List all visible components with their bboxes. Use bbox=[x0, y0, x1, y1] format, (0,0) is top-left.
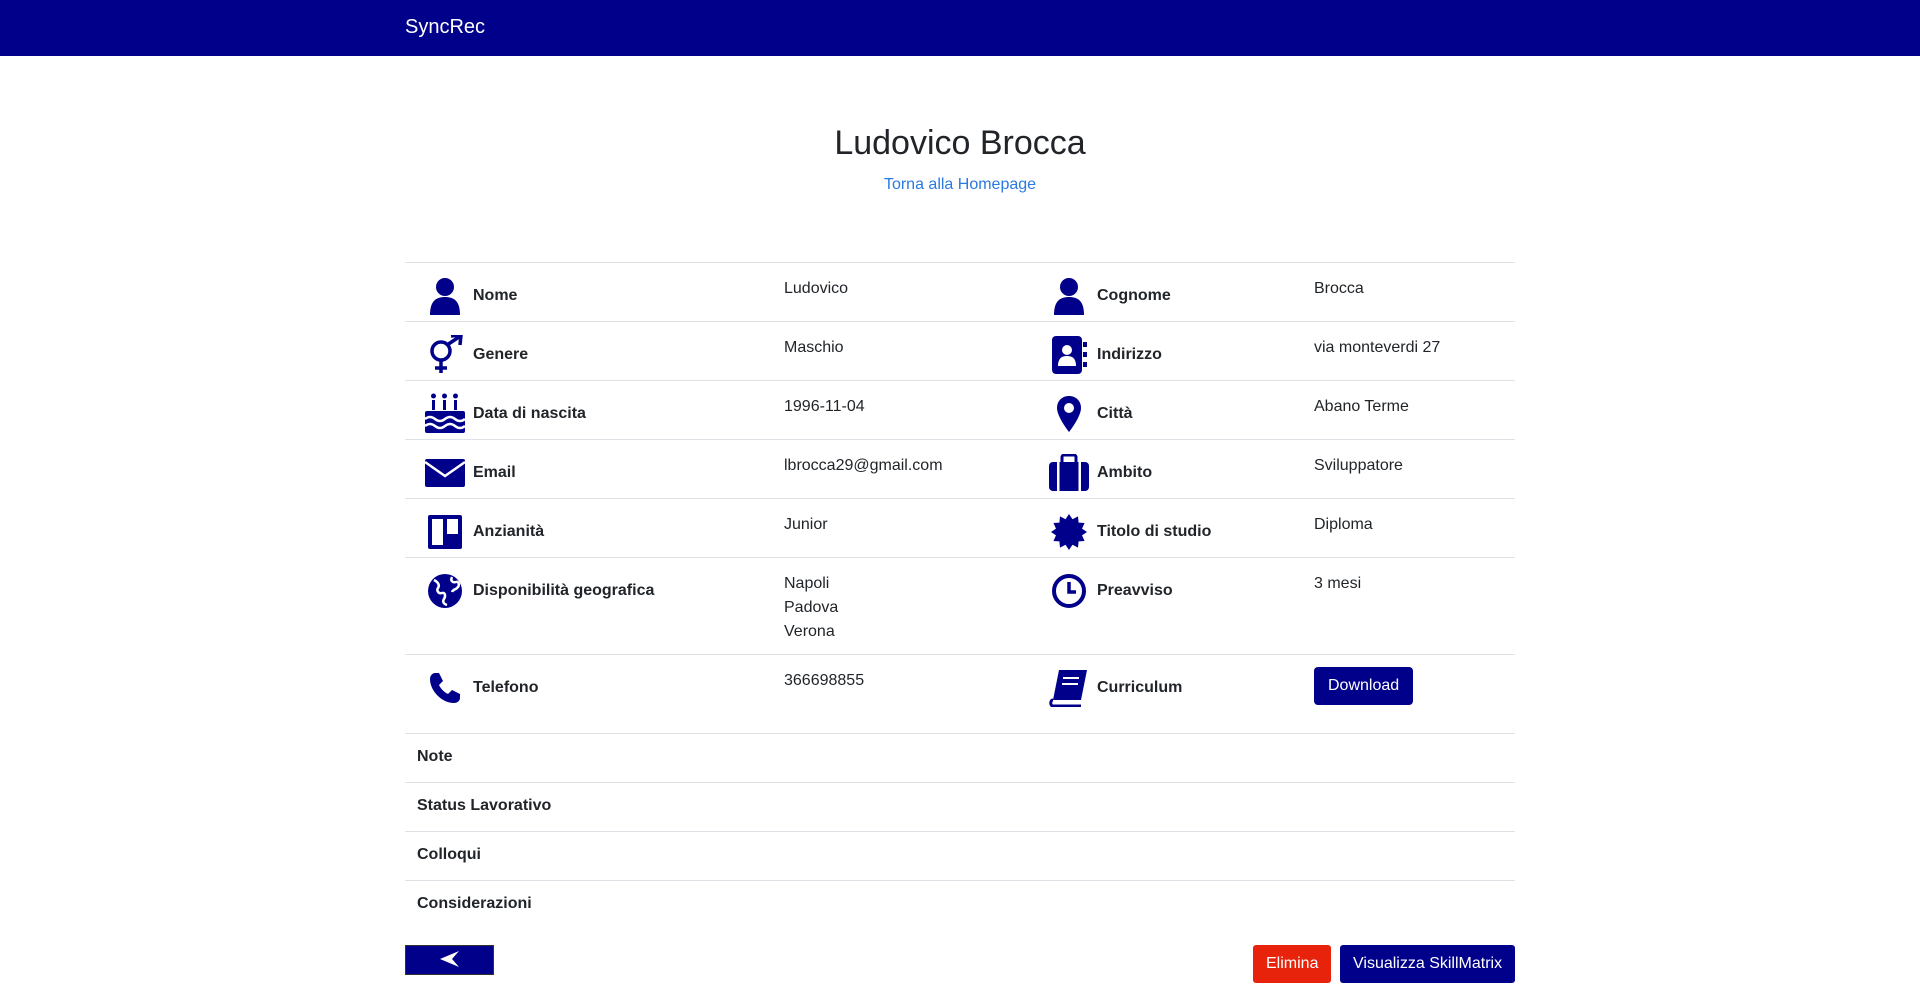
table-row: Email lbrocca29@gmail.com Ambito Svilupp… bbox=[405, 439, 1515, 498]
brand-logo[interactable]: SyncRec bbox=[405, 16, 485, 39]
field-label: Anzianità bbox=[473, 523, 545, 540]
phone-icon bbox=[423, 666, 467, 710]
field-label: Data di nascita bbox=[473, 405, 586, 422]
section-considerazioni[interactable]: Considerazioni bbox=[405, 880, 1515, 929]
section-title: Status Lavorativo bbox=[417, 797, 552, 814]
download-cv-button[interactable]: Download bbox=[1314, 667, 1414, 705]
table-row: Data di nascita 1996-11-04 Città Abano T… bbox=[405, 380, 1515, 439]
list-item: Verona bbox=[784, 623, 835, 640]
field-label: Cognome bbox=[1097, 287, 1171, 304]
home-link[interactable]: Torna alla Homepage bbox=[0, 176, 1920, 194]
field-value-list: Napoli Padova Verona bbox=[784, 572, 838, 644]
field-label: Telefono bbox=[473, 679, 539, 696]
arrow-left-icon bbox=[439, 950, 460, 970]
section-note[interactable]: Note bbox=[405, 733, 1515, 782]
book-icon bbox=[1047, 666, 1091, 710]
field-label: Indirizzo bbox=[1097, 346, 1162, 363]
field-value: Sviluppatore bbox=[1314, 457, 1403, 474]
envelope-icon bbox=[423, 451, 467, 495]
field-value: 366698855 bbox=[784, 672, 865, 689]
field-label: Disponibilità geografica bbox=[473, 582, 655, 599]
field-value: Diploma bbox=[1314, 516, 1373, 533]
certificate-icon bbox=[1047, 510, 1091, 554]
field-value: Ludovico bbox=[784, 280, 849, 297]
page-title: Ludovico Brocca bbox=[834, 124, 1086, 162]
field-value: Junior bbox=[784, 516, 828, 533]
field-label: Curriculum bbox=[1097, 679, 1183, 696]
field-label: Città bbox=[1097, 405, 1133, 422]
section-title: Considerazioni bbox=[417, 895, 532, 912]
section-status-lavorativo[interactable]: Status Lavorativo bbox=[405, 782, 1515, 831]
globe-icon bbox=[423, 569, 467, 613]
table-row: Anzianità Junior Titolo di studio Diplom… bbox=[405, 498, 1515, 557]
table-row: Telefono 366698855 Curriculum Download bbox=[405, 654, 1515, 733]
map-marker-icon bbox=[1047, 392, 1091, 436]
section-title: Colloqui bbox=[417, 846, 481, 863]
field-label: Titolo di studio bbox=[1097, 523, 1212, 540]
field-label: Ambito bbox=[1097, 464, 1153, 481]
briefcase-icon bbox=[1047, 451, 1091, 495]
candidate-details-table: Nome Ludovico Cognome Brocca Genere Masc… bbox=[405, 262, 1515, 929]
list-item: Padova bbox=[784, 599, 839, 616]
gender-icon bbox=[423, 333, 467, 377]
field-value: 1996-11-04 bbox=[784, 398, 865, 415]
field-value: Maschio bbox=[784, 339, 844, 356]
address-book-icon bbox=[1047, 333, 1091, 377]
field-value: 3 mesi bbox=[1314, 575, 1362, 592]
section-title: Note bbox=[417, 748, 453, 765]
field-label: Email bbox=[473, 464, 516, 481]
trello-icon bbox=[423, 510, 467, 554]
table-row: Disponibilità geografica Napoli Padova V… bbox=[405, 557, 1515, 654]
back-button[interactable] bbox=[405, 945, 494, 975]
navbar: SyncRec bbox=[0, 0, 1920, 56]
field-value: Abano Terme bbox=[1314, 398, 1409, 415]
birthday-cake-icon bbox=[423, 391, 467, 435]
user-icon bbox=[423, 274, 467, 318]
delete-button[interactable]: Elimina bbox=[1253, 945, 1332, 983]
table-row: Genere Maschio Indirizzo via monteverdi … bbox=[405, 321, 1515, 380]
view-skillmatrix-button[interactable]: Visualizza SkillMatrix bbox=[1340, 945, 1516, 983]
table-row: Nome Ludovico Cognome Brocca bbox=[405, 262, 1515, 321]
field-label: Preavviso bbox=[1097, 582, 1173, 599]
list-item: Napoli bbox=[784, 575, 830, 592]
field-value: Brocca bbox=[1314, 280, 1364, 297]
field-value: lbrocca29@gmail.com bbox=[784, 457, 943, 474]
field-label: Genere bbox=[473, 346, 529, 363]
clock-icon bbox=[1047, 569, 1091, 613]
field-label: Nome bbox=[473, 287, 518, 304]
section-colloqui[interactable]: Colloqui bbox=[405, 831, 1515, 880]
user-icon bbox=[1047, 274, 1091, 318]
field-value: via monteverdi 27 bbox=[1314, 339, 1441, 356]
